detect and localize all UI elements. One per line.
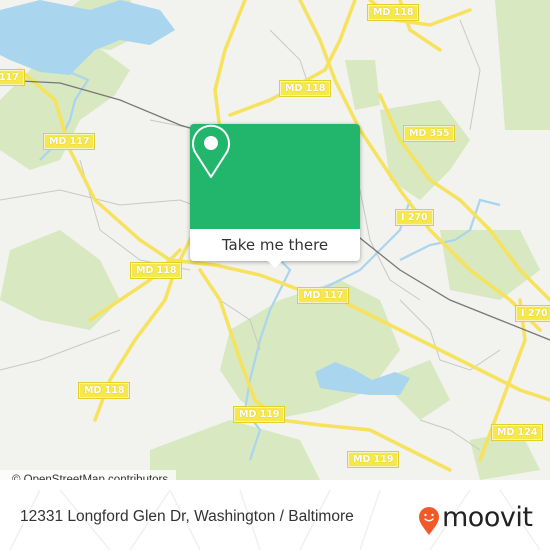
road-label-md-355: MD 355 (404, 126, 455, 141)
road-label-md-119: MD 119 (348, 452, 399, 467)
road-label-md-117: 117 (0, 70, 24, 85)
popup-pointer (267, 260, 283, 268)
address-text: 12331 Longford Glen Dr, Washington / Bal… (20, 508, 354, 525)
location-pin-icon (192, 124, 230, 178)
road-label-i-270: I 270 (516, 306, 550, 321)
moovit-wordmark: moovit (442, 502, 533, 533)
map[interactable]: 117 MD 118 MD 118 MD 117 MD 355 I 270 MD… (0, 0, 550, 480)
road-label-md-124: MD 124 (492, 425, 543, 440)
popup-header (190, 124, 360, 229)
road-label-md-118: MD 118 (79, 383, 130, 398)
road-label-md-117: MD 117 (44, 134, 95, 149)
take-me-there-button[interactable]: Take me there (190, 229, 360, 261)
moovit-pin-icon (419, 507, 439, 535)
footer: 12331 Longford Glen Dr, Washington / Bal… (0, 490, 550, 550)
location-popup: Take me there (190, 124, 360, 268)
map-attribution[interactable]: © OpenStreetMap contributors (0, 470, 177, 480)
road-label-i-270: I 270 (396, 210, 433, 225)
road-label-md-118: MD 118 (368, 5, 419, 20)
road-label-md-118: MD 118 (280, 81, 331, 96)
road-label-md-119: MD 119 (234, 407, 285, 422)
road-label-md-117: MD 117 (298, 288, 349, 303)
road-label-md-118: MD 118 (131, 263, 182, 278)
